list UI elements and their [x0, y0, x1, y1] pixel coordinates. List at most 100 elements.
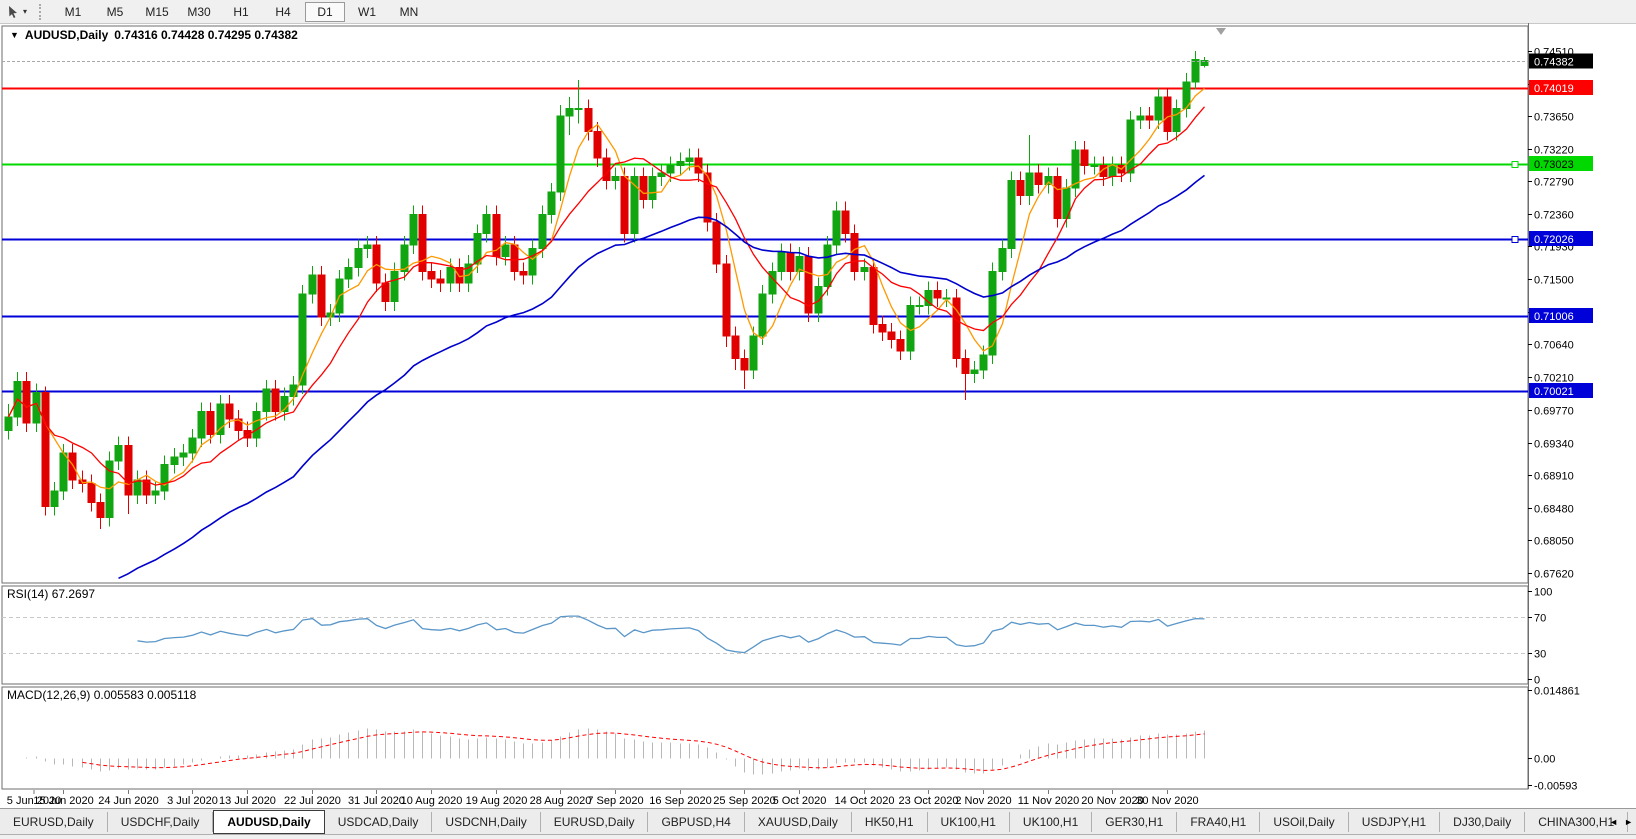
svg-text:13 Jul 2020: 13 Jul 2020: [219, 795, 276, 807]
svg-text:0.68480: 0.68480: [1534, 504, 1574, 516]
crosshair-tool-button[interactable]: ▾: [2, 2, 31, 22]
svg-text:0.014861: 0.014861: [1534, 686, 1580, 698]
status-bar-edge: [0, 834, 1636, 839]
svg-text:2 Nov 2020: 2 Nov 2020: [955, 795, 1011, 807]
timeframe-button-m5[interactable]: M5: [95, 2, 135, 22]
cursor-tool-icon: [6, 5, 20, 19]
current-price-tag: 0.74382: [1529, 53, 1593, 69]
tab-scroll-left-icon[interactable]: ◄: [1609, 817, 1618, 827]
tab-ger30-h1[interactable]: GER30,H1: [1092, 811, 1178, 832]
svg-text:-0.00593: -0.00593: [1534, 781, 1577, 793]
svg-text:100: 100: [1534, 587, 1552, 599]
svg-text:0.72360: 0.72360: [1534, 210, 1574, 222]
tab-hk50-h1[interactable]: HK50,H1: [852, 811, 928, 832]
tab-usdjpy-h1[interactable]: USDJPY,H1: [1349, 811, 1441, 832]
time-axis: 5 Jun 202015 Jun 2020 24 Jun 2020 3 Jul 20…: [7, 790, 1199, 807]
svg-text:0.74382: 0.74382: [1534, 57, 1574, 69]
tab-eurusd-daily[interactable]: EURUSD,Daily: [541, 811, 649, 832]
candles-layer: [4, 50, 1209, 529]
tab-dj30-daily[interactable]: DJ30,Daily: [1440, 811, 1526, 832]
svg-text:16 Sep 2020: 16 Sep 2020: [649, 795, 711, 807]
svg-text:0.00: 0.00: [1534, 754, 1555, 766]
svg-text:0.70021: 0.70021: [1534, 386, 1574, 398]
tab-usdcnh-daily[interactable]: USDCNH,Daily: [432, 811, 541, 832]
svg-text:0.69340: 0.69340: [1534, 439, 1574, 451]
overlay-ma-slow: [118, 174, 1205, 580]
svg-text:5 Oct 2020: 5 Oct 2020: [773, 795, 827, 807]
price-tag-0.74019: 0.74019: [1529, 80, 1593, 95]
macd-pane[interactable]: [1, 686, 1529, 790]
price-tag-0.72026: 0.72026: [1529, 231, 1593, 246]
chart-symbol-period: AUDUSD,Daily: [24, 28, 109, 42]
svg-text:15 Jun 2020: 15 Jun 2020: [33, 795, 94, 807]
tab-fra40-h1[interactable]: FRA40,H1: [1177, 811, 1261, 832]
price-tag-0.71006: 0.71006: [1529, 308, 1593, 323]
tab-scroll-arrows: ◄ ►: [1609, 809, 1633, 834]
tab-gbpusd-h4[interactable]: GBPUSD,H4: [648, 811, 745, 832]
timeframe-button-mn[interactable]: MN: [389, 2, 429, 22]
svg-text:0.72026: 0.72026: [1534, 234, 1574, 246]
svg-text:0.73023: 0.73023: [1534, 159, 1574, 171]
macd-indicator-label: MACD(12,26,9) 0.005583 0.005118: [7, 688, 196, 702]
macd-axis: 0.014861 0.00 -0.00593: [1528, 686, 1580, 793]
timeframe-button-m15[interactable]: M15: [137, 2, 177, 22]
svg-text:0.68910: 0.68910: [1534, 471, 1574, 483]
svg-text:24 Jun 2020: 24 Jun 2020: [98, 795, 159, 807]
tab-xauusd-daily[interactable]: XAUUSD,Daily: [745, 811, 852, 832]
svg-text:0.70640: 0.70640: [1534, 340, 1574, 352]
chevron-down-icon[interactable]: ▾: [23, 7, 27, 16]
svg-text:0.73220: 0.73220: [1534, 145, 1574, 157]
svg-text:70: 70: [1534, 613, 1546, 625]
chart-shift-marker-icon[interactable]: [1216, 28, 1226, 35]
tab-usdcad-daily[interactable]: USDCAD,Daily: [325, 811, 433, 832]
hline-handle[interactable]: [1511, 161, 1519, 168]
hline-handle[interactable]: [1511, 236, 1519, 243]
top-toolbar: ▾ M1 M5 M15 M30 H1 H4 D1 W1 MN: [0, 0, 1636, 24]
svg-text:14 Oct 2020: 14 Oct 2020: [835, 795, 895, 807]
toolbar-grip[interactable]: [39, 3, 46, 20]
timeframe-button-w1[interactable]: W1: [347, 2, 387, 22]
tab-eurusd-daily[interactable]: EURUSD,Daily: [0, 811, 108, 832]
price-tag-0.73023: 0.73023: [1529, 156, 1593, 171]
tab-usdchf-daily[interactable]: USDCHF,Daily: [108, 811, 214, 832]
timeframe-button-d1[interactable]: D1: [305, 1, 346, 22]
svg-text:11 Nov 2020: 11 Nov 2020: [1018, 795, 1080, 807]
tab-audusd-daily[interactable]: AUDUSD,Daily: [213, 809, 325, 834]
svg-text:0.71500: 0.71500: [1534, 275, 1574, 287]
timeframe-button-m1[interactable]: M1: [53, 2, 93, 22]
timeframe-button-h4[interactable]: H4: [263, 2, 303, 22]
timeframe-button-group: M1 M5 M15 M30 H1 H4 D1 W1 MN: [52, 0, 430, 23]
tab-scroll-right-icon[interactable]: ►: [1624, 817, 1633, 827]
svg-text:31 Jul 2020: 31 Jul 2020: [348, 795, 405, 807]
svg-text:0.69770: 0.69770: [1534, 406, 1574, 418]
svg-text:28 Aug 2020: 28 Aug 2020: [530, 795, 592, 807]
svg-text:0.72790: 0.72790: [1534, 177, 1574, 189]
rsi-pane[interactable]: [1, 585, 1529, 685]
rsi-name: RSI(14): [7, 587, 49, 601]
macd-histogram: [26, 728, 1205, 775]
rsi-indicator-label: RSI(14) 67.2697: [7, 587, 95, 601]
rsi-value: 67.2697: [51, 587, 96, 601]
tab-uk100-h1[interactable]: UK100,H1: [928, 811, 1010, 832]
chart-ohlc-values: 0.74316 0.74428 0.74295 0.74382: [114, 28, 298, 42]
svg-text:25 Sep 2020: 25 Sep 2020: [713, 795, 775, 807]
svg-text:22 Jul 2020: 22 Jul 2020: [284, 795, 341, 807]
svg-text:0.73650: 0.73650: [1534, 112, 1574, 124]
timeframe-button-m30[interactable]: M30: [179, 2, 219, 22]
svg-text:30: 30: [1534, 649, 1546, 661]
svg-text:30 Nov 2020: 30 Nov 2020: [1136, 795, 1198, 807]
chart-canvas[interactable]: 0.745100.740800.736500.732200.727900.723…: [0, 23, 1636, 808]
svg-text:19 Aug 2020: 19 Aug 2020: [466, 795, 528, 807]
svg-text:23 Oct 2020: 23 Oct 2020: [899, 795, 959, 807]
svg-text:7 Sep 2020: 7 Sep 2020: [587, 795, 643, 807]
macd-name: MACD(12,26,9): [7, 688, 91, 702]
timeframe-button-h1[interactable]: H1: [221, 2, 261, 22]
chart-title: ▼ AUDUSD,Daily 0.74316 0.74428 0.74295 0…: [10, 28, 298, 42]
tab-uk100-h1[interactable]: UK100,H1: [1010, 811, 1093, 832]
tab-usoil-daily[interactable]: USOil,Daily: [1260, 811, 1349, 832]
svg-text:0.71006: 0.71006: [1534, 311, 1574, 323]
svg-text:0.67620: 0.67620: [1534, 569, 1574, 581]
collapse-triangle-icon[interactable]: ▼: [10, 30, 19, 40]
svg-text:20 Nov 2020: 20 Nov 2020: [1081, 795, 1143, 807]
rsi-line: [137, 615, 1205, 654]
